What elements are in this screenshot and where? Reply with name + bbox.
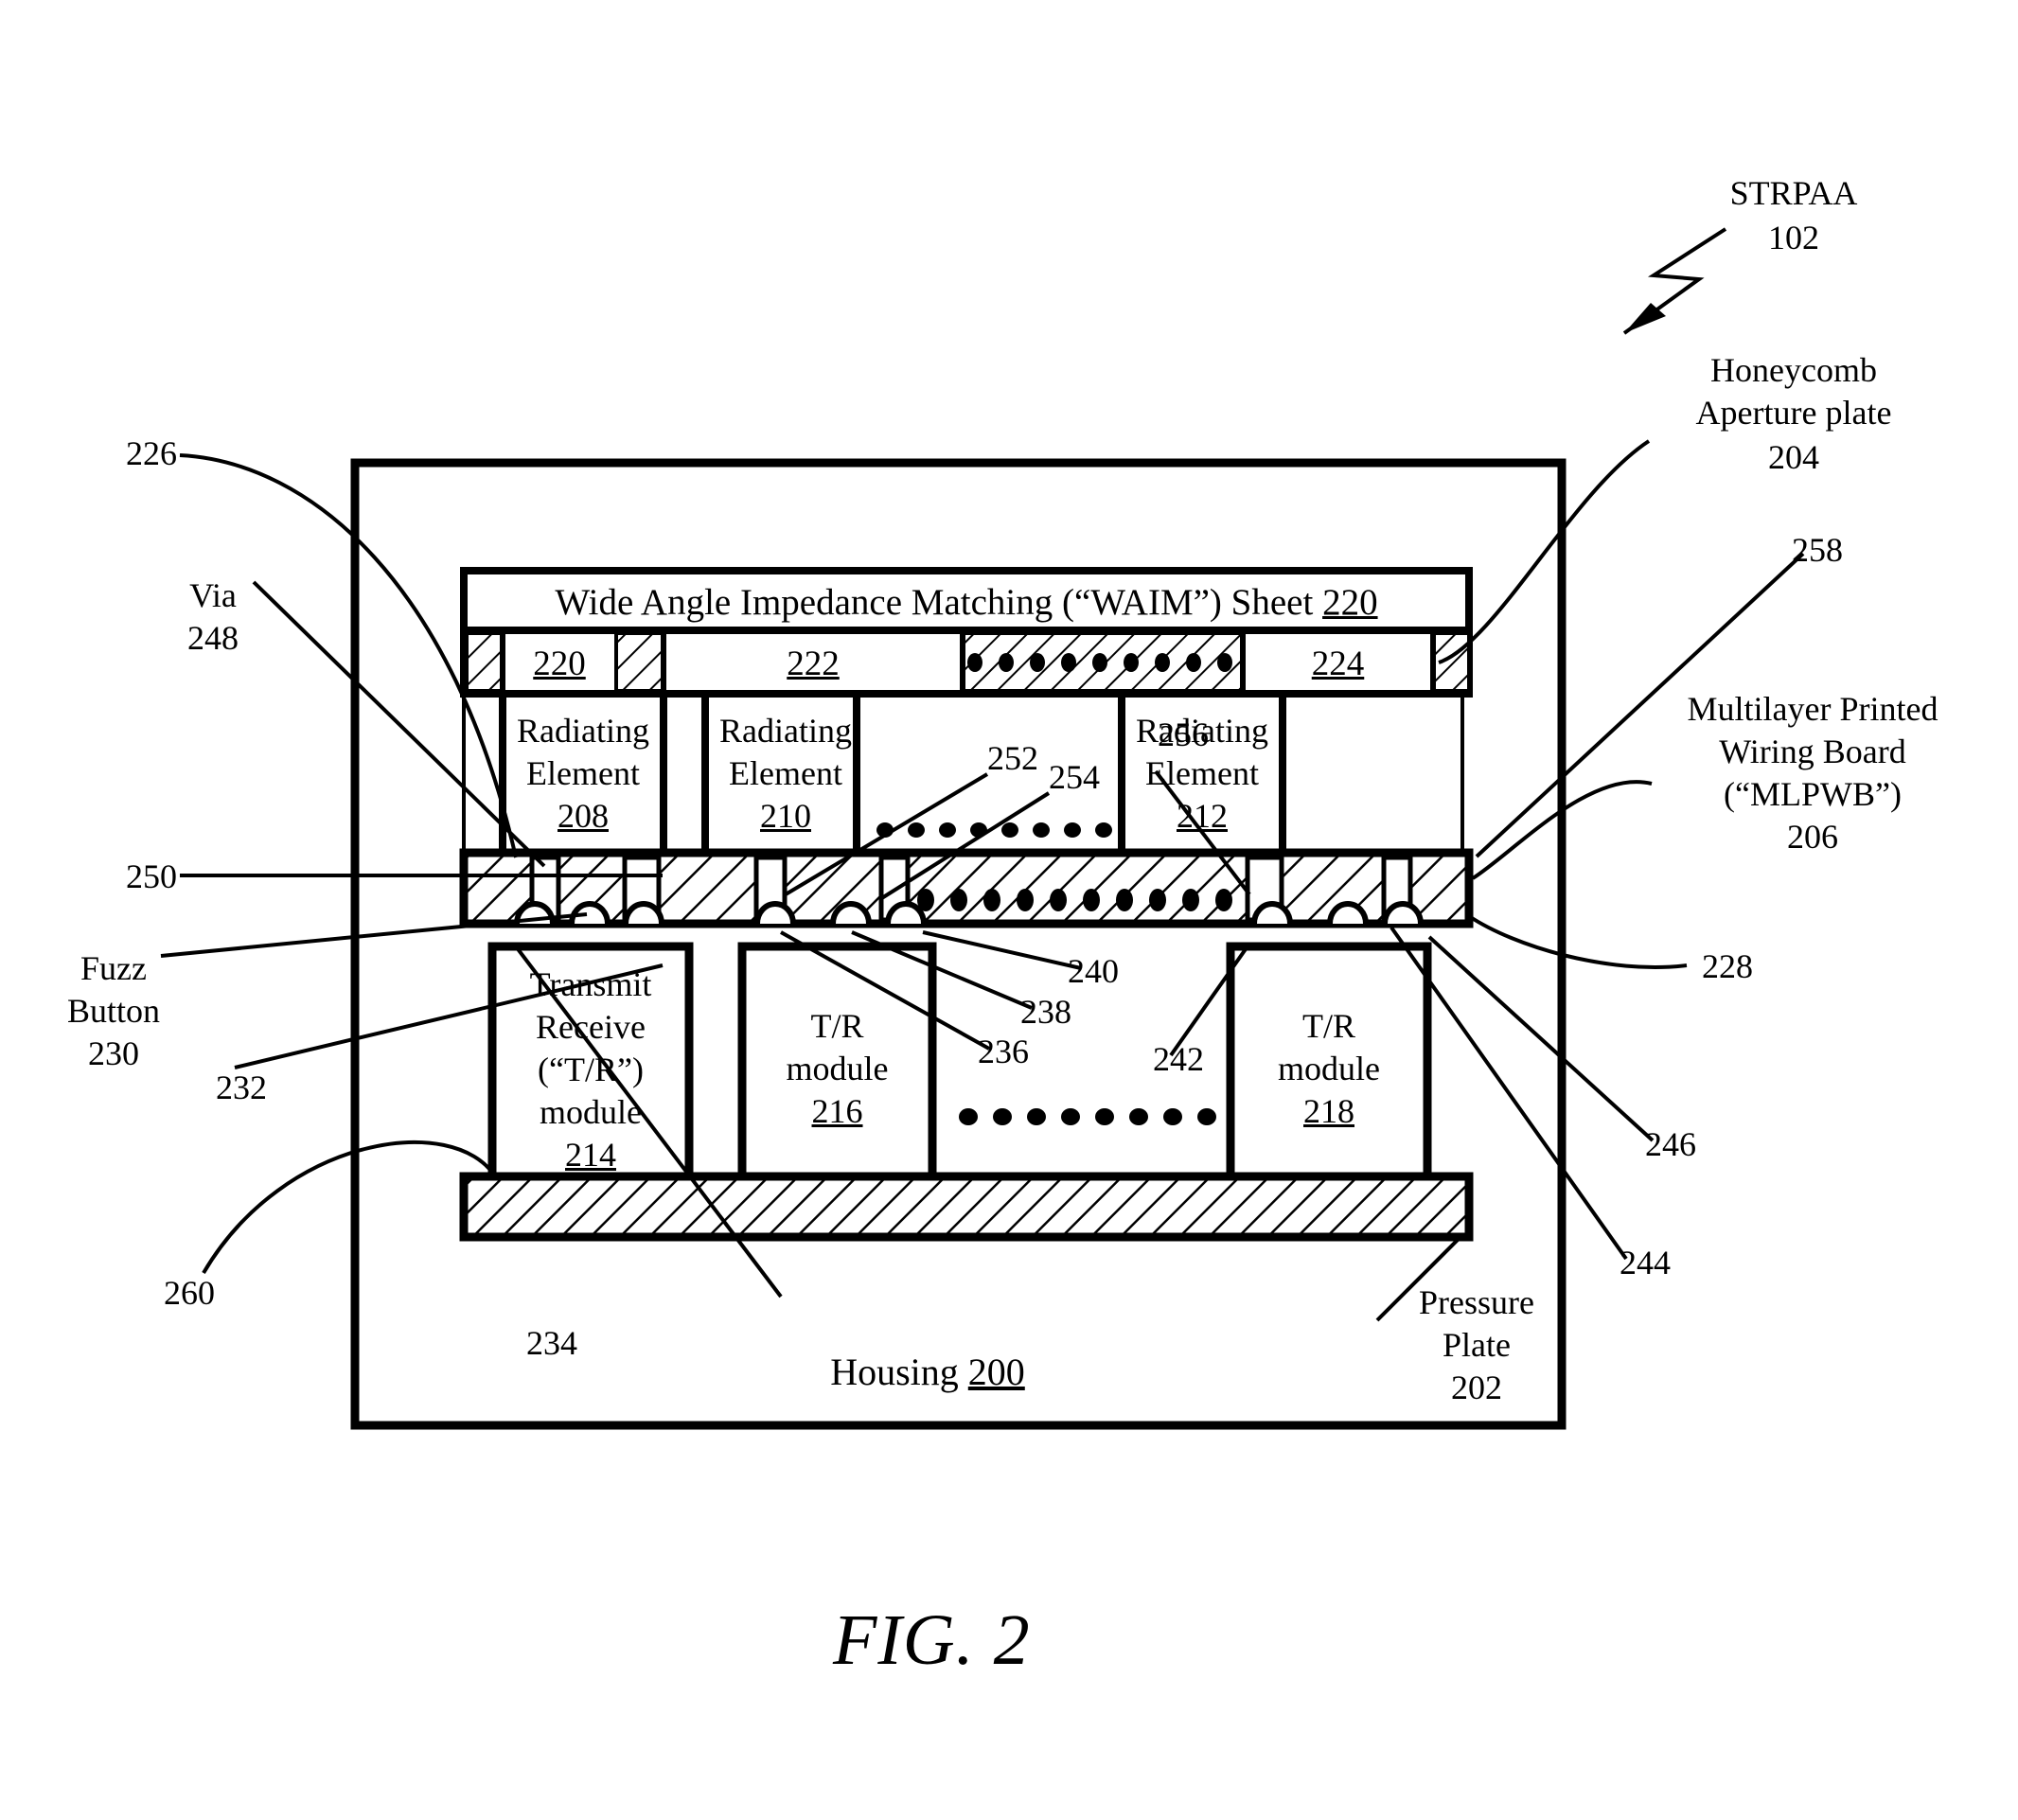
- radiating-element-0-line1: Radiating: [517, 712, 649, 750]
- patent-figure-canvas: STRPAA 102 Honeycomb Aperture plate 204 …: [0, 0, 2018, 1820]
- radiating-element-1-line1: Radiating: [719, 712, 852, 750]
- tr-module-0-line2: Receive: [536, 1008, 646, 1046]
- radiating-element-2-line2: Element: [1145, 754, 1259, 792]
- pressure-plate-line2: Plate: [1443, 1326, 1511, 1364]
- honeycomb-number: 204: [1768, 438, 1819, 476]
- ref-238: 238: [1020, 993, 1071, 1031]
- ref-236: 236: [978, 1033, 1029, 1070]
- housing-label: Housing: [830, 1351, 968, 1393]
- tr-module-1: T/R module 216: [742, 1005, 932, 1133]
- tr-module-2-line2: module: [1278, 1050, 1380, 1087]
- aperture-cell-num-3: 224: [1311, 645, 1365, 683]
- ref-242: 242: [1153, 1040, 1204, 1078]
- strpaa-number: 102: [1768, 219, 1819, 256]
- ref-226: 226: [126, 434, 177, 472]
- radiating-element-2: Radiating Element 212: [1122, 710, 1283, 838]
- waim-sheet-label: Wide Angle Impedance Matching (“WAIM”) S…: [555, 582, 1323, 623]
- tr-module-0-line3: (“T/R”): [538, 1051, 644, 1088]
- mlpwb-label-line3: (“MLPWB”): [1724, 775, 1902, 813]
- ref-228: 228: [1702, 947, 1753, 985]
- figure-caption: FIG. 2: [833, 1600, 1031, 1680]
- radiating-element-1: Radiating Element 210: [705, 710, 866, 838]
- ref-254: 254: [1049, 758, 1100, 796]
- honeycomb-label-line2: Aperture plate: [1695, 394, 1892, 432]
- radiating-element-ellipsis: [876, 822, 1112, 838]
- radiating-element-2-num: 212: [1177, 797, 1228, 835]
- waim-sheet-number: 220: [1322, 582, 1378, 623]
- via-label: Via: [189, 576, 237, 614]
- tr-module-0: Transmit Receive (“T/R”) module 214: [492, 963, 689, 1176]
- tr-module-1-num: 216: [811, 1092, 863, 1130]
- mlpwb-label-line1: Multilayer Printed: [1687, 690, 1938, 728]
- ref-246: 246: [1645, 1125, 1696, 1163]
- tr-module-0-num: 214: [565, 1136, 616, 1174]
- pressure-plate-line1: Pressure: [1419, 1283, 1534, 1321]
- mlpwb-label-line2: Wiring Board: [1719, 733, 1906, 770]
- aperture-ellipsis-dots: [967, 653, 1232, 672]
- fuzz-button-line2: Button: [66, 992, 160, 1030]
- ref-250: 250: [126, 857, 177, 895]
- aperture-cell-num-0: 220: [533, 645, 586, 683]
- mlpwb-number: 206: [1787, 818, 1838, 856]
- ref-258: 258: [1792, 531, 1843, 569]
- ref-232: 232: [216, 1069, 267, 1106]
- radiating-element-0-line2: Element: [526, 754, 640, 792]
- honeycomb-label-line1: Honeycomb: [1710, 351, 1877, 389]
- housing-text: Housing 200: [738, 1349, 1117, 1396]
- fuzz-button-line1: Fuzz: [80, 949, 147, 987]
- radiating-element-0: Radiating Element 208: [503, 710, 664, 838]
- ref-260: 260: [164, 1274, 215, 1312]
- tr-module-2: T/R module 218: [1230, 1005, 1427, 1133]
- tr-module-0-line4: module: [540, 1093, 642, 1131]
- radiating-element-2-line1: Radiating: [1136, 712, 1268, 750]
- leader-228: [1467, 914, 1688, 969]
- leader-260: [202, 1140, 497, 1275]
- tr-module-1-line2: module: [786, 1050, 889, 1087]
- aperture-cell-num-1: 222: [787, 645, 840, 683]
- waim-sheet-text: Wide Angle Impedance Matching (“WAIM”) S…: [464, 581, 1469, 624]
- tr-module-1-line1: T/R: [810, 1007, 864, 1045]
- figure-linework: [160, 227, 1805, 1430]
- strpaa-label: STRPAA: [1729, 174, 1858, 212]
- ref-244: 244: [1620, 1244, 1671, 1281]
- pressure-plate-rect: [459, 1172, 1474, 1242]
- ref-234: 234: [526, 1324, 577, 1362]
- tr-module-ellipsis: [959, 1108, 1216, 1125]
- radiating-element-1-line2: Element: [729, 754, 842, 792]
- tr-module-0-line1: Transmit: [529, 965, 652, 1003]
- pressure-plate-number: 202: [1451, 1369, 1502, 1406]
- housing-number: 200: [967, 1351, 1025, 1393]
- radiating-element-1-num: 210: [760, 797, 811, 835]
- tr-module-2-num: 218: [1303, 1092, 1354, 1130]
- via-number: 248: [187, 619, 239, 657]
- tr-module-2-line1: T/R: [1301, 1007, 1355, 1045]
- leader-246: [1427, 935, 1655, 1142]
- ref-240: 240: [1068, 952, 1119, 990]
- radiating-element-0-num: 208: [558, 797, 609, 835]
- mlpwb-board: [459, 848, 1474, 928]
